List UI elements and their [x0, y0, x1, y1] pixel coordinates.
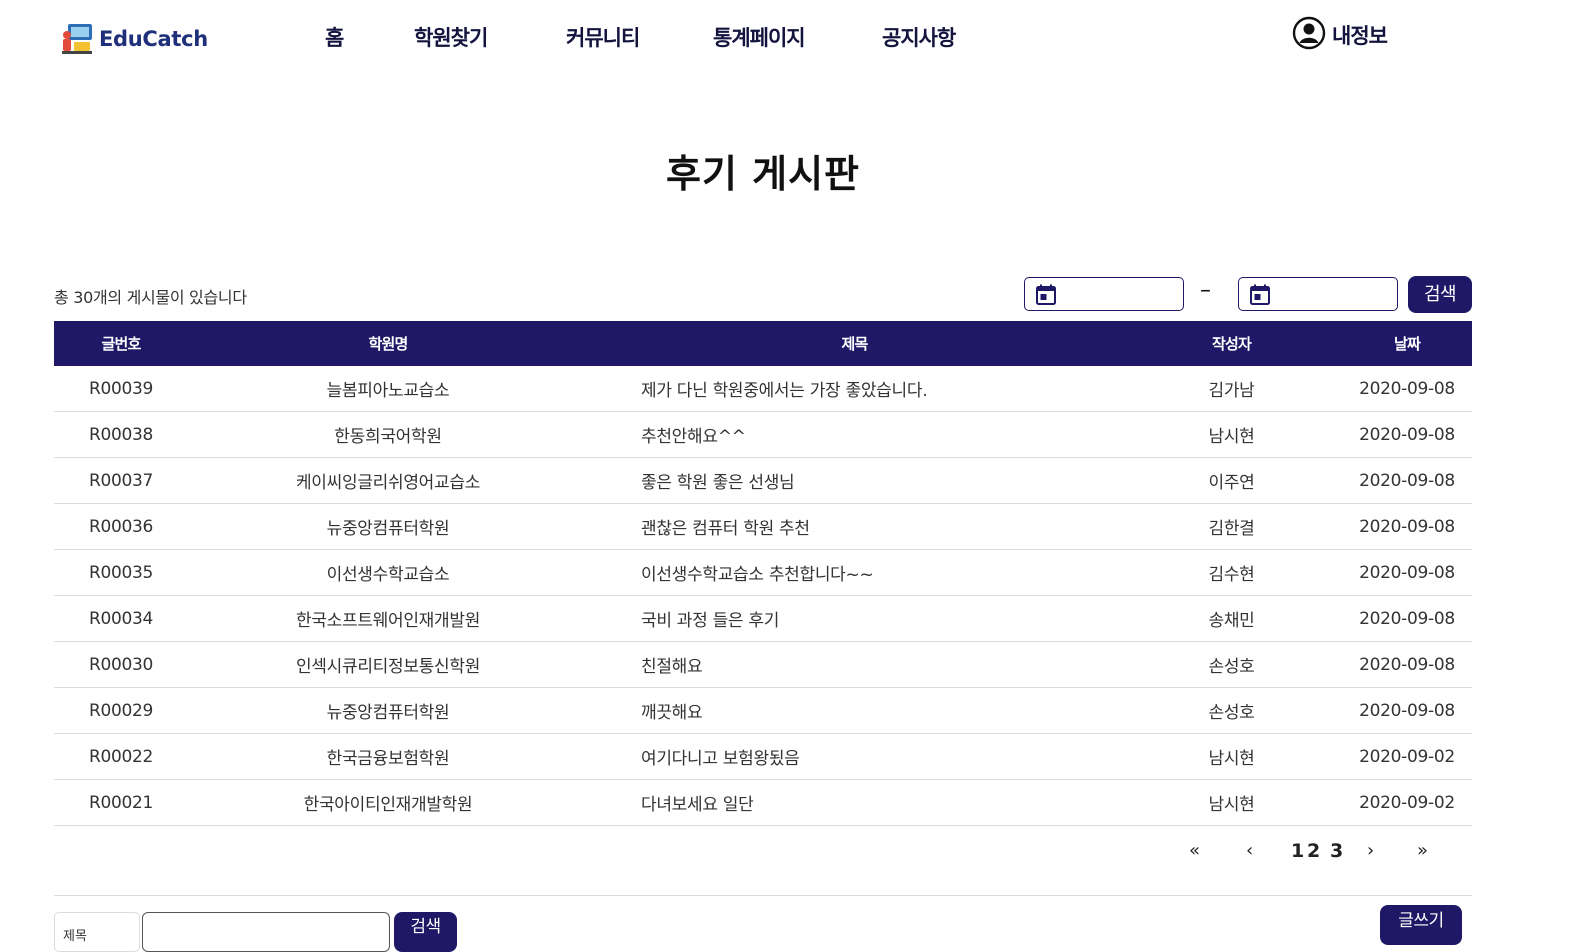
row-date: 2020-09-08: [1342, 641, 1472, 688]
nav-find-academy[interactable]: 학원찾기: [414, 22, 488, 52]
row-title: 괜찮은 컴퓨터 학원 추천: [588, 503, 1121, 550]
row-no: R00030: [54, 641, 188, 688]
row-title: 좋은 학원 좋은 선생님: [588, 457, 1121, 504]
row-date: 2020-09-02: [1342, 779, 1472, 826]
row-date: 2020-09-08: [1342, 366, 1472, 412]
row-no: R00039: [54, 366, 188, 412]
row-title: 여기다니고 보험왕됬음: [588, 733, 1121, 780]
row-writer: 손성호: [1121, 641, 1342, 688]
search-type-select[interactable]: 제목: [54, 912, 140, 952]
first-page-button[interactable]: «: [1189, 840, 1200, 861]
row-date: 2020-09-08: [1342, 503, 1472, 550]
row-writer: 이주연: [1121, 457, 1342, 504]
logo[interactable]: EduCatch: [60, 22, 208, 56]
row-academy: 케이씨잉글리쉬영어교습소: [188, 457, 588, 504]
row-academy: 한국소프트웨어인재개발원: [188, 595, 588, 642]
nav-notice[interactable]: 공지사항: [882, 22, 956, 52]
page-3-button[interactable]: 3: [1330, 840, 1343, 862]
row-no: R00022: [54, 733, 188, 780]
row-academy: 인섹시큐리티정보통신학원: [188, 641, 588, 688]
table-row[interactable]: R00021 한국아이티인재개발학원 다녀보세요 일단 남시현 2020-09-02: [54, 779, 1472, 826]
calendar-icon: [1248, 283, 1272, 311]
row-no: R00037: [54, 457, 188, 504]
row-date: 2020-09-02: [1342, 733, 1472, 780]
row-writer: 남시현: [1121, 411, 1342, 458]
row-date: 2020-09-08: [1342, 687, 1472, 734]
row-writer: 남시현: [1121, 733, 1342, 780]
row-title: 깨끗해요: [588, 687, 1121, 734]
row-no: R00036: [54, 503, 188, 550]
user-icon: [1292, 16, 1326, 54]
row-writer: 손성호: [1121, 687, 1342, 734]
table-header-row: 글번호 학원명 제목 작성자 날짜: [54, 321, 1472, 366]
prev-page-button[interactable]: ‹: [1246, 840, 1253, 861]
table-row[interactable]: R00034 한국소프트웨어인재개발원 국비 과정 들은 후기 송채민 2020-09-…: [54, 595, 1472, 642]
nav-community[interactable]: 커뮤니티: [566, 22, 640, 52]
review-board-table: 글번호 학원명 제목 작성자 날짜 R00039 늘봄피아노교습소 제가 다닌 학원…: [54, 321, 1472, 826]
row-academy: 한동희국어학원: [188, 411, 588, 458]
column-header-writer: 작성자: [1121, 321, 1342, 366]
page-1-button[interactable]: 1: [1291, 840, 1304, 862]
row-title: 제가 다닌 학원중에서는 가장 좋았습니다.: [588, 366, 1121, 412]
last-page-button[interactable]: »: [1417, 840, 1428, 861]
nav-statistics[interactable]: 통계페이지: [713, 22, 806, 52]
date-search-button[interactable]: 검색: [1408, 276, 1472, 313]
column-header-title: 제목: [588, 321, 1121, 366]
search-input[interactable]: [142, 912, 390, 952]
column-header-academy: 학원명: [188, 321, 588, 366]
row-date: 2020-09-08: [1342, 457, 1472, 504]
row-date: 2020-09-08: [1342, 595, 1472, 642]
nav-home[interactable]: 홈: [325, 22, 344, 52]
table-row[interactable]: R00038 한동희국어학원 추천안해요^^ 남시현 2020-09-08: [54, 411, 1472, 458]
logo-text: EduCatch: [99, 27, 208, 51]
row-no: R00034: [54, 595, 188, 642]
table-row[interactable]: R00029 뉴중앙컴퓨터학원 깨끗해요 손성호 2020-09-08: [54, 687, 1472, 734]
row-writer: 송채민: [1121, 595, 1342, 642]
myinfo-link[interactable]: 내정보: [1292, 16, 1388, 54]
row-academy: 한국아이티인재개발학원: [188, 779, 588, 826]
row-writer: 남시현: [1121, 779, 1342, 826]
table-row[interactable]: R00037 케이씨잉글리쉬영어교습소 좋은 학원 좋은 선생님 이주연 2020-09…: [54, 457, 1472, 504]
row-no: R00029: [54, 687, 188, 734]
table-row[interactable]: R00039 늘봄피아노교습소 제가 다닌 학원중에서는 가장 좋았습니다. 김가남 2…: [54, 366, 1472, 412]
row-title: 이선생수학교습소 추천합니다~~: [588, 549, 1121, 596]
row-academy: 뉴중앙컴퓨터학원: [188, 503, 588, 550]
logo-icon: [60, 22, 94, 56]
date-separator: –: [1200, 278, 1211, 303]
start-date-input[interactable]: [1024, 277, 1184, 311]
table-row[interactable]: R00035 이선생수학교습소 이선생수학교습소 추천합니다~~ 김수현 2020-09…: [54, 549, 1472, 596]
row-date: 2020-09-08: [1342, 411, 1472, 458]
next-page-button[interactable]: ›: [1367, 840, 1374, 861]
row-writer: 김가남: [1121, 366, 1342, 412]
page-title: 후기 게시판: [665, 152, 861, 196]
myinfo-label: 내정보: [1332, 24, 1388, 48]
row-title: 국비 과정 들은 후기: [588, 595, 1121, 642]
row-no: R00021: [54, 779, 188, 826]
column-header-date: 날짜: [1342, 321, 1472, 366]
total-count-text: 총 30개의 게시물이 있습니다: [54, 288, 247, 307]
row-title: 추천안해요^^: [588, 411, 1121, 458]
row-academy: 한국금융보험학원: [188, 733, 588, 780]
table-row[interactable]: R00036 뉴중앙컴퓨터학원 괜찮은 컴퓨터 학원 추천 김한결 2020-09-08: [54, 503, 1472, 550]
row-no: R00038: [54, 411, 188, 458]
row-writer: 김한결: [1121, 503, 1342, 550]
row-title: 친절해요: [588, 641, 1121, 688]
row-no: R00035: [54, 549, 188, 596]
page-2-button[interactable]: 2: [1307, 840, 1320, 862]
divider: [54, 895, 1472, 896]
calendar-icon: [1034, 283, 1058, 311]
write-button[interactable]: 글쓰기: [1380, 905, 1462, 945]
row-title: 다녀보세요 일단: [588, 779, 1121, 826]
row-academy: 뉴중앙컴퓨터학원: [188, 687, 588, 734]
table-row[interactable]: R00022 한국금융보험학원 여기다니고 보험왕됬음 남시현 2020-09-02: [54, 733, 1472, 780]
column-header-no: 글번호: [54, 321, 188, 366]
row-writer: 김수현: [1121, 549, 1342, 596]
search-button[interactable]: 검색: [394, 912, 457, 952]
row-academy: 늘봄피아노교습소: [188, 366, 588, 412]
table-row[interactable]: R00030 인섹시큐리티정보통신학원 친절해요 손성호 2020-09-08: [54, 641, 1472, 688]
row-date: 2020-09-08: [1342, 549, 1472, 596]
row-academy: 이선생수학교습소: [188, 549, 588, 596]
end-date-input[interactable]: [1238, 277, 1398, 311]
